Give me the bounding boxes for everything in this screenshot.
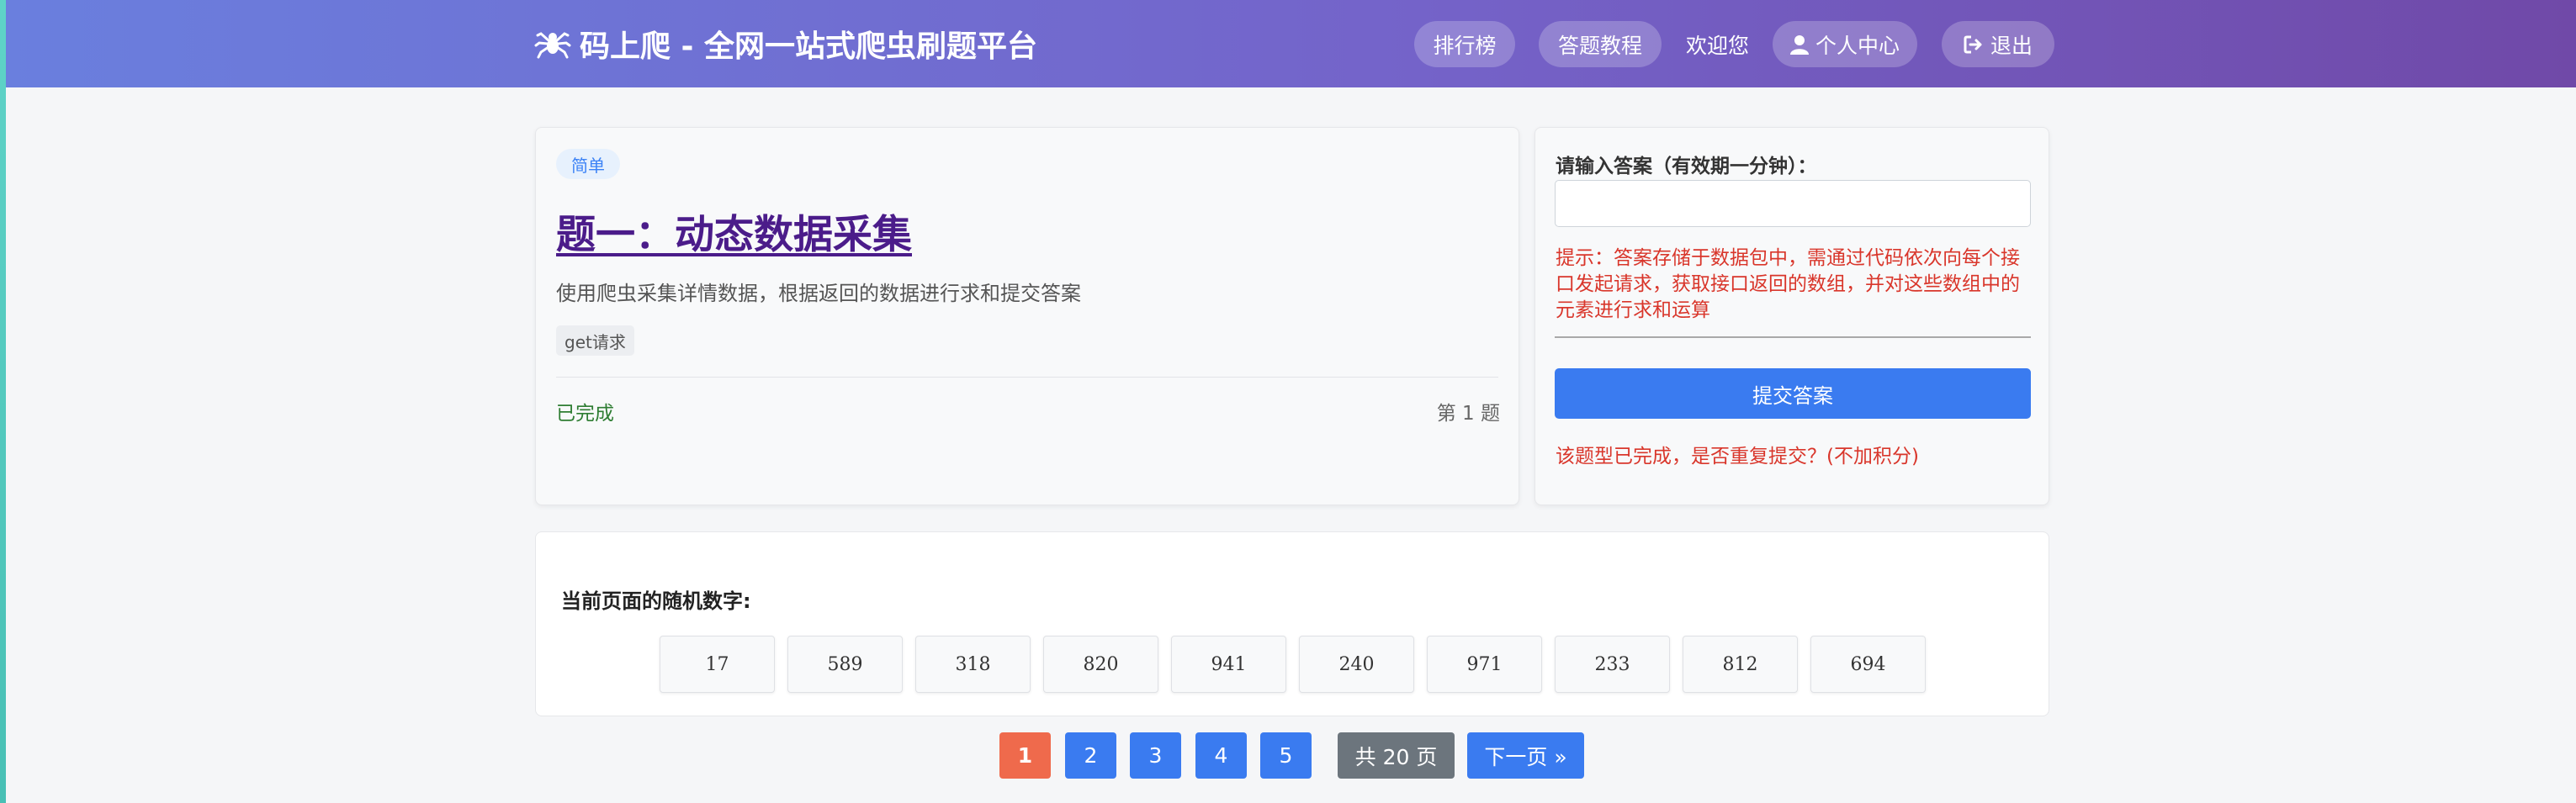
submit-answer-button[interactable]: 提交答案	[1555, 368, 2031, 419]
random-number: 820	[1043, 636, 1158, 693]
card-divider	[556, 377, 1498, 378]
random-numbers-title: 当前页面的随机数字:	[561, 589, 751, 613]
welcome-text: 欢迎您	[1686, 33, 1750, 58]
page-button-2[interactable]: 2	[1065, 732, 1116, 779]
question-card: 简单 题一：动态数据采集 使用爬虫采集详情数据，根据返回的数据进行求和提交答案 …	[535, 127, 1519, 505]
profile-label: 个人中心	[1815, 33, 1900, 58]
logout-icon	[1964, 35, 1982, 53]
answer-label: 请输入答案（有效期一分钟）：	[1556, 156, 1817, 177]
logout-label: 退出	[1990, 33, 2033, 58]
brand-title: 码上爬 - 全网一站式爬虫刷题平台	[580, 29, 1038, 64]
brand-link[interactable]: 码上爬 - 全网一站式爬虫刷题平台	[534, 24, 1037, 64]
question-tag: get请求	[556, 325, 634, 356]
page-button-4[interactable]: 4	[1195, 732, 1247, 779]
page-button-5[interactable]: 5	[1260, 732, 1312, 779]
difficulty-badge: 简单	[556, 149, 620, 179]
top-navbar: 码上爬 - 全网一站式爬虫刷题平台 排行榜 答题教程 欢迎您 个人中心 退出	[6, 0, 2576, 87]
nav-logout[interactable]: 退出	[1942, 21, 2054, 67]
page-total: 共 20 页	[1338, 732, 1455, 779]
random-number: 941	[1171, 636, 1286, 693]
nav-profile[interactable]: 个人中心	[1773, 21, 1917, 67]
user-icon	[1789, 34, 1809, 55]
next-page-button[interactable]: 下一页 »	[1467, 732, 1584, 779]
random-number: 318	[915, 636, 1031, 693]
question-description: 使用爬虫采集详情数据，根据返回的数据进行求和提交答案	[556, 282, 1081, 305]
resubmit-note: 该题型已完成，是否重复提交？(不加积分)	[1556, 446, 1919, 468]
completion-status: 已完成	[556, 403, 614, 425]
random-number: 694	[1810, 636, 1926, 693]
random-number: 233	[1555, 636, 1670, 693]
random-number: 240	[1299, 636, 1414, 693]
answer-input[interactable]	[1555, 180, 2031, 227]
window-edge	[0, 0, 6, 803]
random-number: 589	[787, 636, 903, 693]
answer-card: 请输入答案（有效期一分钟）： 提示：答案存储于数据包中，需通过代码依次向每个接口…	[1534, 127, 2049, 505]
page-button-3[interactable]: 3	[1130, 732, 1181, 779]
nav-tutorial[interactable]: 答题教程	[1539, 21, 1662, 67]
spider-icon	[534, 32, 571, 59]
random-number: 17	[660, 636, 775, 693]
question-title-link[interactable]: 题一：动态数据采集	[556, 202, 912, 260]
hint-divider	[1555, 336, 2031, 338]
random-number: 971	[1427, 636, 1542, 693]
answer-hint: 提示：答案存储于数据包中，需通过代码依次向每个接口发起请求，获取接口返回的数组，…	[1556, 247, 2020, 321]
random-number: 812	[1683, 636, 1798, 693]
page-button-1[interactable]: 1	[999, 732, 1051, 779]
nav-leaderboard[interactable]: 排行榜	[1414, 21, 1515, 67]
question-number: 第 1 题	[1436, 403, 1500, 425]
random-numbers-card: 当前页面的随机数字: 17 589 318 820 941 240 971 23…	[535, 531, 2049, 716]
